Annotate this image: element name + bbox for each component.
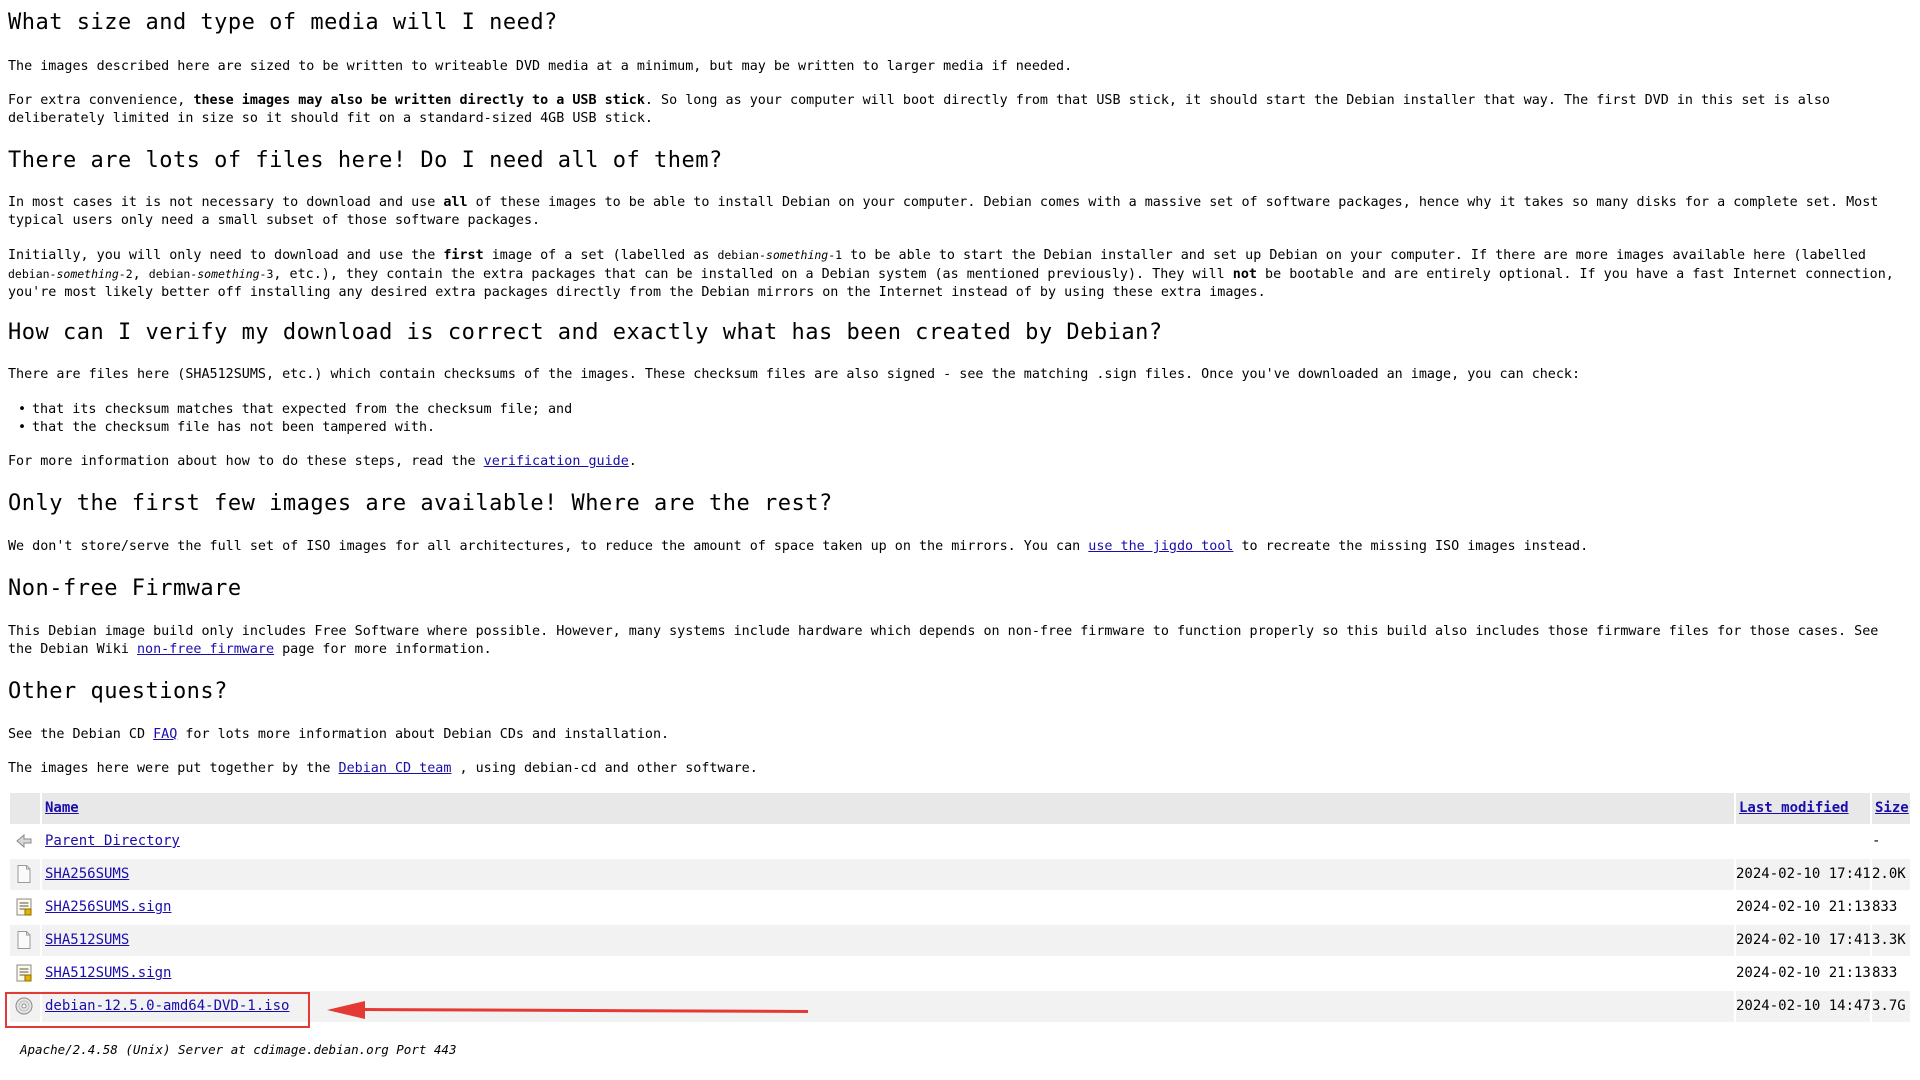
heading-other-questions: Other questions? — [8, 679, 228, 704]
table-row: SHA512SUMS 2024-02-10 17:41 3.3K — [10, 925, 1910, 956]
heading-firmware: Non-free Firmware — [8, 576, 242, 601]
row-size: 3.3K — [1872, 925, 1910, 956]
sha256sums-link[interactable]: SHA256SUMS — [42, 866, 129, 882]
row-size: 833 — [1872, 899, 1898, 915]
row-date: 2024-02-10 17:41 — [1736, 859, 1871, 890]
bullet-checksum-tamper: that the checksum file has not been tamp… — [18, 419, 435, 437]
row-size: - — [1872, 833, 1881, 849]
server-signature: Apache/2.4.58 (Unix) Server at cdimage.d… — [20, 1042, 457, 1057]
header-icon-cell — [10, 793, 40, 824]
text-file-icon — [17, 931, 31, 949]
paragraph-faq: See the Debian CD FAQ for lots more info… — [8, 727, 670, 742]
paragraph-files-first: Initially, you will only need to downloa… — [8, 248, 1894, 300]
back-arrow-icon — [16, 833, 32, 849]
row-date: 2024-02-10 21:13 — [1736, 899, 1871, 915]
text-file-icon — [17, 865, 31, 883]
sort-by-name-link[interactable]: Name — [42, 800, 79, 816]
row-size: 3.7G — [1872, 991, 1910, 1022]
debian-cd-team-link[interactable]: Debian CD team — [339, 761, 452, 776]
sort-by-modified-link[interactable]: Last modified — [1736, 800, 1849, 816]
signed-file-icon — [16, 898, 32, 916]
sha256sums-sign-link[interactable]: SHA256SUMS.sign — [42, 899, 171, 915]
table-row: SHA256SUMS 2024-02-10 17:41 2.0K — [10, 859, 1910, 890]
annotation-arrow — [327, 1001, 809, 1019]
paragraph-verify-guide: For more information about how to do the… — [8, 454, 637, 469]
paragraph-media-size: The images described here are sized to b… — [8, 59, 1073, 74]
signed-file-icon — [16, 964, 32, 982]
paragraph-files-all: In most cases it is not necessary to dow… — [8, 195, 1879, 228]
sha512sums-sign-link[interactable]: SHA512SUMS.sign — [42, 965, 171, 981]
paragraph-rest: We don't store/serve the full set of ISO… — [8, 539, 1589, 554]
row-date: 2024-02-10 17:41 — [1736, 925, 1871, 956]
table-row: Parent Directory - — [10, 826, 1910, 857]
paragraph-firmware: This Debian image build only includes Fr… — [8, 624, 1879, 657]
heading-media-size: What size and type of media will I need? — [8, 10, 558, 35]
sha512sums-link[interactable]: SHA512SUMS — [42, 932, 129, 948]
parent-directory-link[interactable]: Parent Directory — [42, 833, 180, 849]
paragraph-usb: For extra convenience, these images may … — [8, 93, 1830, 126]
table-row: SHA256SUMS.sign 2024-02-10 21:13 833 — [10, 892, 1910, 923]
paragraph-verify: There are files here (SHA512SUMS, etc.) … — [8, 367, 1581, 382]
row-date: 2024-02-10 21:13 — [1736, 965, 1871, 981]
row-size: 833 — [1872, 965, 1898, 981]
heading-rest: Only the first few images are available!… — [8, 491, 833, 516]
heading-verify: How can I verify my download is correct … — [8, 320, 1163, 345]
jigdo-tool-link[interactable]: use the jigdo tool — [1088, 539, 1233, 554]
faq-link[interactable]: FAQ — [153, 727, 177, 742]
row-date — [1736, 826, 1870, 857]
non-free-firmware-link[interactable]: non-free firmware — [137, 642, 274, 657]
listing-header-row: Name Last modified Size — [10, 793, 1910, 824]
verification-guide-link[interactable]: verification guide — [484, 454, 629, 469]
bullet-checksum-match: that its checksum matches that expected … — [18, 401, 572, 419]
annotation-highlight-box — [5, 992, 310, 1028]
table-row: SHA512SUMS.sign 2024-02-10 21:13 833 — [10, 958, 1910, 989]
heading-files: There are lots of files here! Do I need … — [8, 148, 723, 173]
row-date: 2024-02-10 14:47 — [1736, 991, 1871, 1022]
row-size: 2.0K — [1872, 859, 1910, 890]
sort-by-size-link[interactable]: Size — [1872, 800, 1909, 816]
usb-emphasis: these images may also be written directl… — [193, 93, 645, 108]
paragraph-cd-team: The images here were put together by the… — [8, 761, 758, 776]
